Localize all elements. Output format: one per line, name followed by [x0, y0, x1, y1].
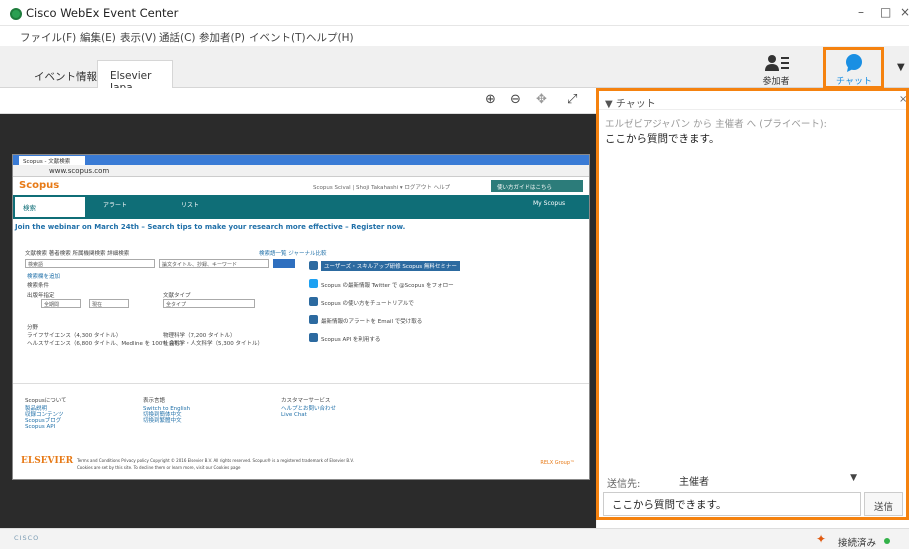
date-to-select: 現在 [89, 299, 129, 308]
footer-about-links: 製品説明 収録コンテンツ Scopusブログ Scopus API [25, 406, 64, 430]
scopus-nav-alerts: アラート [103, 202, 128, 209]
chat-panel-highlight [596, 88, 909, 520]
date-range-label: 出版年指定 [27, 293, 55, 299]
toolbar-more-dropdown[interactable]: ▼ [897, 62, 905, 73]
chat-button-highlight [823, 47, 884, 89]
minimize-button[interactable]: – [858, 5, 864, 19]
search-terms-field: 検索語 [25, 259, 155, 268]
menu-bar: ファイル(F) 編集(E) 表示(V) 通話(C) 参加者(P) イベント(T)… [0, 26, 909, 46]
menu-call[interactable]: 通話(C) [159, 30, 196, 45]
scopus-guide-button: 使い方ガイドはこちら [491, 180, 583, 192]
browser-address-bar: www.scopus.com [13, 165, 589, 177]
title-bar: Cisco WebEx Event Center – □ × [0, 0, 909, 26]
add-search-field-link: 検索欄を追加 [27, 274, 61, 280]
subject-physical-sciences: 物理科学（7,200 タイトル） [163, 333, 236, 339]
webinar-banner: Join the webinar on March 24th – Search … [15, 223, 406, 231]
doc-type-select: 全タイプ [163, 299, 255, 308]
fullscreen-icon[interactable]: ⤢ [567, 92, 577, 107]
footer-language-links: Switch to English 切換到簡体中文 切換到繁體中文 [143, 406, 191, 424]
scopus-header-links: Scopus Scival | Shoji Takahashi ▾ ログアウト … [313, 185, 451, 191]
subject-social-sciences: 社会科学・人文科学（5,300 タイトル） [163, 341, 263, 347]
zoom-out-icon[interactable]: ⊖ [510, 92, 521, 107]
subject-life-sciences: ライフサイエンス（4,300 タイトル） [27, 333, 122, 339]
menu-help[interactable]: ヘルプ(H) [306, 30, 354, 45]
elsevier-logo: ELSEVIER [21, 456, 74, 466]
tab-elsevier-japan[interactable]: Elsevier Japa... [97, 60, 173, 94]
zoom-in-icon[interactable]: ⊕ [485, 92, 496, 107]
search-go-button [273, 259, 295, 268]
api-icon [309, 333, 318, 342]
relx-logo: RELX Group™ [540, 460, 575, 466]
menu-view[interactable]: 表示(V) [120, 30, 156, 45]
menu-file[interactable]: ファイル(F) [20, 30, 76, 45]
seminar-icon [309, 261, 318, 270]
connection-status: 接続済み [838, 538, 877, 549]
status-bar: CISCO ✦ 接続済み [0, 528, 909, 549]
search-field-select: 論文タイトル、抄録、キーワード [159, 259, 269, 268]
scopus-footer: Scopusについて 製品説明 収録コンテンツ Scopusブログ Scopus… [13, 383, 589, 479]
scopus-nav-lists: リスト [181, 202, 200, 209]
side-twitter: Scopus の最新情報 Twitter で @Scopus をフォロー [321, 283, 454, 289]
cisco-logo: CISCO [14, 534, 40, 542]
menu-participants[interactable]: 参加者(P) [199, 30, 245, 45]
shared-browser-window: Scopus - 文献検索 www.scopus.com Scopus Scop… [12, 154, 590, 480]
date-from-select: 全期間 [41, 299, 81, 308]
search-tips-link: 検索語一覧 ジャーナル比較 [259, 251, 327, 257]
scopus-logo: Scopus [19, 180, 60, 191]
shared-screen-area: ⊕ ⊖ ✥ ⤢ Scopus - 文献検索 www.scopus.com Sco… [0, 88, 596, 528]
limit-label: 検索条件 [27, 283, 50, 289]
tutorial-icon [309, 297, 318, 306]
search-tabs: 文献検索 著者検索 所属機関検索 詳細検索 [25, 251, 130, 257]
scopus-search-form: 文献検索 著者検索 所属機関検索 詳細検索 検索語一覧 ジャーナル比較 検索語 … [13, 235, 589, 385]
tab-event-info[interactable]: イベント情報 [22, 60, 109, 88]
window-title: Cisco WebEx Event Center [26, 6, 179, 20]
maximize-button[interactable]: □ [880, 5, 891, 19]
scopus-nav-myscopus: My Scopus [533, 200, 566, 207]
side-tutorial: Scopus の使い方をチュートリアルで [321, 301, 414, 307]
close-window-button[interactable]: × [900, 5, 909, 19]
subject-label: 分野 [27, 325, 39, 331]
mic-muted-icon[interactable]: ✦ [816, 532, 826, 546]
fit-to-window-icon[interactable]: ✥ [536, 92, 547, 107]
participants-label: 参加者 [762, 77, 790, 87]
scopus-nav-search: 検索 [15, 197, 85, 217]
footer-cookies: Cookies are set by this site. To decline… [77, 465, 241, 470]
footer-support-links: ヘルプとお問い合わせ Live Chat [281, 406, 337, 418]
side-alerts: 最新情報のアラートを Email で受け取る [321, 319, 423, 325]
scopus-header: Scopus Scopus Scival | Shoji Takahashi ▾… [13, 177, 589, 195]
side-api: Scopus API を利用する [321, 337, 381, 343]
connection-indicator [884, 538, 890, 544]
viewer-toolbar: ⊕ ⊖ ✥ ⤢ [0, 88, 596, 114]
browser-titlebar: Scopus - 文献検索 [13, 155, 589, 165]
menu-edit[interactable]: 編集(E) [80, 30, 116, 45]
twitter-icon [309, 279, 318, 288]
participants-icon [765, 55, 789, 71]
scopus-nav: 検索 アラート リスト My Scopus [13, 195, 589, 219]
footer-copyright: Terms and Conditions Privacy policy Copy… [77, 458, 354, 463]
side-seminar: ユーザーズ・スキルアップ研修 Scopus 無料セミナー [321, 261, 460, 271]
alert-icon [309, 315, 318, 324]
browser-url: www.scopus.com [49, 167, 110, 175]
webex-app-icon [10, 8, 22, 20]
browser-tab: Scopus - 文献検索 [19, 156, 85, 165]
footer-support-head: カスタマーサービス [281, 398, 331, 404]
footer-about-head: Scopusについて [25, 398, 67, 404]
tab-bar: イベント情報 Elsevier Japa... 参加者 チャット ▼ [0, 46, 909, 94]
menu-event[interactable]: イベント(T) [249, 30, 306, 45]
footer-language-head: 表示言語 [143, 398, 166, 404]
participants-button[interactable]: 参加者 [748, 52, 804, 87]
doc-type-label: 文献タイプ [163, 293, 191, 299]
